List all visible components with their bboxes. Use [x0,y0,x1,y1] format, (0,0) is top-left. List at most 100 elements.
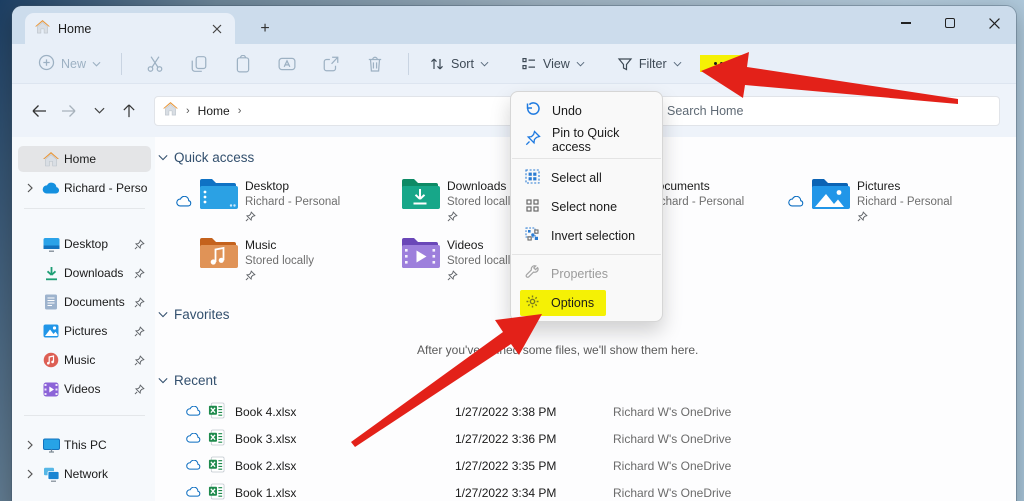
section-title: Recent [174,373,217,388]
sort-button[interactable]: Sort [421,51,497,77]
sidebar-item-network[interactable]: Network [18,461,151,487]
section-header-recent[interactable]: Recent [158,373,217,388]
sidebar-item-onedrive[interactable]: Richard - Personal [18,175,151,201]
pin-icon [134,325,147,337]
file-location: Richard W's OneDrive [613,405,732,419]
file-location: Richard W's OneDrive [613,432,732,446]
recent-file-row[interactable]: Book 2.xlsx 1/27/2022 3:35 PM Richard W'… [155,454,1016,478]
home-icon [42,150,60,168]
pin-icon [447,270,516,284]
pin-icon [134,354,147,366]
cloud-status-icon [186,432,201,446]
share-button[interactable] [310,49,352,79]
chevron-down-icon [158,378,168,384]
menu-item-properties[interactable]: Properties [511,259,662,288]
sort-button-label: Sort [451,56,474,71]
menu-separator [512,158,661,159]
recent-locations-button[interactable] [86,98,112,124]
pin-icon [134,238,147,250]
pin-icon [134,267,147,279]
sidebar-item-label: Music [64,353,96,367]
sidebar-item-downloads[interactable]: Downloads [18,260,151,286]
sidebar-item-music[interactable]: Music [18,347,151,373]
recent-file-row[interactable]: Book 3.xlsx 1/27/2022 3:36 PM Richard W'… [155,427,1016,451]
chevron-right-icon: › [186,104,190,117]
options-highlight: Options [520,289,607,316]
tile-subtitle: Richard - Personal [857,196,953,208]
delete-button[interactable] [354,49,396,79]
search-input[interactable] [667,103,989,118]
recent-file-row[interactable]: Book 4.xlsx 1/27/2022 3:38 PM Richard W'… [155,400,1016,424]
home-icon [163,102,178,119]
chevron-down-icon [480,61,489,67]
file-location: Richard W's OneDrive [613,486,732,500]
menu-item-pin-to-quick-access[interactable]: Pin to Quick access [511,125,662,154]
chevron-down-icon [92,61,101,67]
minimize-button[interactable] [884,6,928,40]
pin-icon [245,270,314,284]
section-header-quick-access[interactable]: Quick access [158,150,254,165]
undo-icon [525,101,541,120]
rename-button[interactable] [266,49,308,79]
menu-item-select-none[interactable]: Select none [511,192,662,221]
paste-clipboard-icon [236,54,250,72]
tile-name: Music [245,238,277,252]
close-button[interactable] [972,6,1016,40]
videos-icon [42,380,60,398]
quick-access-tile-desktop[interactable]: Desktop Richard - Personal [175,177,373,225]
menu-item-options[interactable]: Options [511,288,662,317]
sidebar-item-documents[interactable]: Documents [18,289,151,315]
search-box[interactable] [656,95,1000,126]
invert-selection-icon [525,227,540,245]
sidebar-item-pictures[interactable]: Pictures [18,318,151,344]
pictures-icon [42,322,60,340]
tile-name: Pictures [857,179,901,193]
chevron-down-icon [673,61,682,67]
chevron-right-icon[interactable] [22,469,38,479]
excel-file-icon [208,483,225,501]
desktop-folder-icon [198,177,240,225]
paste-button[interactable] [222,49,264,79]
sidebar-item-home[interactable]: Home [18,146,151,172]
chevron-down-icon [158,312,168,318]
sidebar-item-this-pc[interactable]: This PC [18,432,151,458]
forward-button[interactable] [56,98,82,124]
documents-icon [42,293,60,311]
file-location: Richard W's OneDrive [613,459,732,473]
recent-file-row[interactable]: Book 1.xlsx 1/27/2022 3:34 PM Richard W'… [155,481,1016,501]
tile-name: Videos [447,238,484,252]
chevron-right-icon[interactable] [22,183,38,193]
cloud-status-icon [787,177,805,225]
see-more-button[interactable] [699,54,744,73]
sidebar-item-videos[interactable]: Videos [18,376,151,402]
quick-access-tile-music[interactable]: Music Stored locally [175,236,373,284]
file-date-modified: 1/27/2022 3:36 PM [455,432,557,446]
chevron-right-icon[interactable] [22,440,38,450]
quick-access-tile-pictures[interactable]: Pictures Richard - Personal [787,177,985,225]
filter-funnel-icon [617,57,633,70]
toolbar-separator [408,52,410,75]
tile-subtitle: Stored locally [447,196,517,208]
sidebar-divider [24,415,145,416]
sidebar-item-label: Desktop [64,237,109,251]
sidebar-item-desktop[interactable]: Desktop [18,231,151,257]
copy-button[interactable] [178,49,220,79]
section-header-favorites[interactable]: Favorites [158,307,230,322]
up-button[interactable] [116,98,142,124]
maximize-button[interactable] [928,6,972,40]
filter-button[interactable]: Filter [609,51,690,77]
new-button[interactable]: New [30,49,109,79]
menu-item-select-all[interactable]: Select all [511,163,662,192]
tab-home[interactable]: Home [25,13,235,44]
tab-close-icon[interactable] [207,19,227,39]
menu-item-invert-selection[interactable]: Invert selection [511,221,662,250]
back-button[interactable] [26,98,52,124]
tile-subtitle: Richard - Personal [649,196,745,208]
pin-icon [857,211,952,225]
menu-item-undo[interactable]: Undo [511,96,662,125]
view-button[interactable]: View [513,51,593,77]
cut-button[interactable] [134,49,176,79]
new-tab-button[interactable]: + [255,19,275,39]
breadcrumb-root[interactable]: Home [198,104,230,118]
file-name: Book 1.xlsx [235,486,297,500]
